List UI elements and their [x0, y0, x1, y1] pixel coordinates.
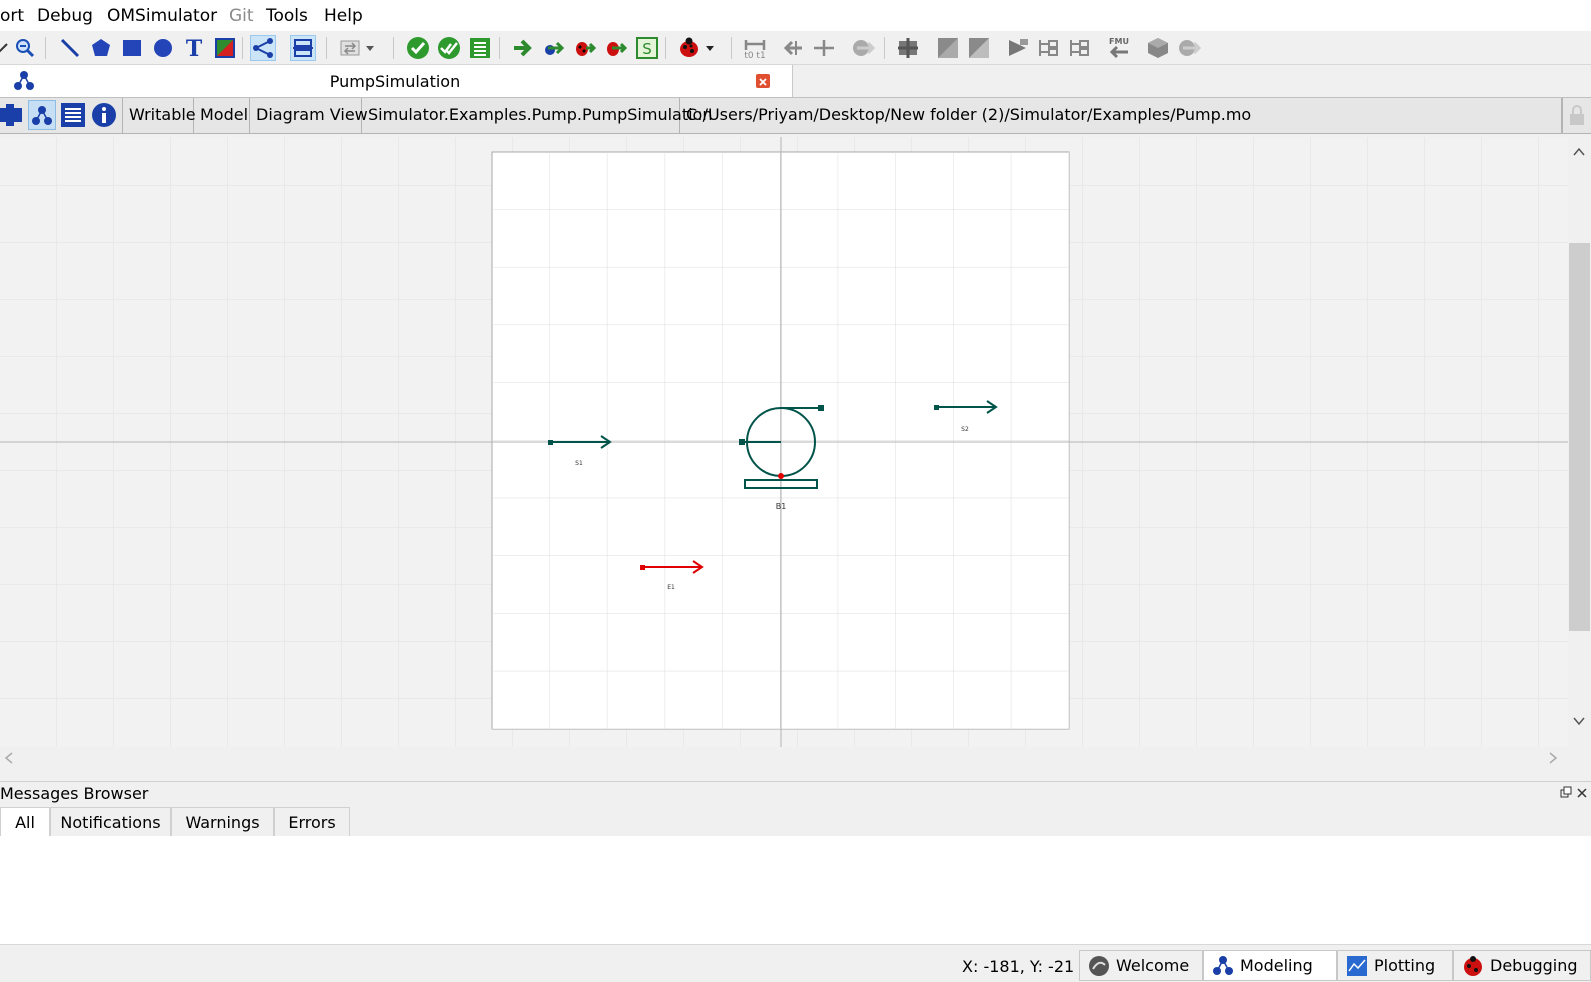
document-tab-bar: PumpSimulation [0, 65, 1591, 98]
tab-warnings[interactable]: Warnings [171, 807, 274, 836]
vertical-scrollbar[interactable] [1568, 137, 1591, 747]
text-icon[interactable]: T [181, 35, 207, 61]
transition-mode-icon[interactable] [290, 35, 316, 61]
class-name-label: Simulator.Examples.Pump.PumpSimulation [362, 98, 712, 133]
zoom-out-icon[interactable] [12, 35, 38, 61]
oms-connectors-icon[interactable] [1036, 35, 1062, 61]
component-label-b1: B1 [776, 502, 787, 511]
debugger-icon[interactable] [676, 35, 702, 61]
polygon-icon[interactable] [88, 35, 114, 61]
messages-list [0, 836, 1591, 944]
perspective-debugging-button[interactable]: Debugging [1453, 950, 1591, 981]
plotting-icon [1347, 955, 1367, 976]
menu-help[interactable]: Help [324, 6, 363, 26]
restriction-label: Model [194, 98, 250, 133]
check-model-icon[interactable] [405, 35, 431, 61]
perspective-plotting-label: Plotting [1374, 956, 1436, 975]
debug-icon[interactable] [572, 35, 598, 61]
check-all-models-icon[interactable] [436, 35, 462, 61]
perspective-welcome-button[interactable]: Welcome [1079, 950, 1203, 981]
bitmap-icon[interactable] [212, 35, 238, 61]
simulate-icon[interactable] [510, 35, 536, 61]
welcome-icon [1089, 955, 1109, 976]
step-icon[interactable] [811, 35, 837, 61]
interactive-icon[interactable] [850, 35, 876, 61]
algorithmic-debug-icon[interactable] [603, 35, 629, 61]
component-label-s1: S1 [575, 460, 583, 467]
messages-browser-header: Messages Browser [0, 781, 1591, 806]
menu-tools[interactable]: Tools [266, 6, 308, 26]
perspective-modeling-label: Modeling [1240, 956, 1313, 975]
menu-export[interactable]: ort [0, 6, 24, 26]
oms-add-icon[interactable] [895, 35, 921, 61]
line-icon[interactable] [57, 35, 83, 61]
tab-all[interactable]: All [0, 807, 50, 836]
svg-text:FMU: FMU [1109, 37, 1129, 46]
writable-status: Writable [122, 98, 196, 133]
time-cursor-icon[interactable]: t0 t1 [742, 35, 768, 61]
horizontal-scrollbar[interactable] [0, 747, 1568, 770]
menu-debug[interactable]: Debug [37, 6, 93, 26]
oms-new-icon[interactable] [935, 35, 961, 61]
tab-notifications[interactable]: Notifications [50, 807, 171, 836]
document-tab[interactable]: PumpSimulation [0, 65, 793, 97]
debugger-dropdown-icon[interactable] [703, 35, 717, 61]
component-label-e1: E1 [667, 584, 675, 591]
component-label-s2: S2 [961, 426, 969, 433]
perspective-plotting-button[interactable]: Plotting [1337, 950, 1453, 981]
diagram-canvas[interactable]: S1 S2 E1 B1 [0, 137, 1568, 747]
svg-text:S: S [642, 40, 652, 58]
vertical-scroll-thumb [1569, 243, 1590, 631]
perspective-modeling-button[interactable]: Modeling [1203, 950, 1337, 981]
oms-instantiate-icon[interactable] [1005, 35, 1031, 61]
diagram-view-icon[interactable] [28, 100, 56, 130]
modeling-icon [1213, 955, 1233, 975]
rectangle-icon[interactable] [119, 35, 145, 61]
tab-errors[interactable]: Errors [274, 807, 350, 836]
lock-icon[interactable] [1562, 98, 1591, 133]
status-bar: X: -181, Y: -21 Welcome Modeling Plottin… [0, 944, 1591, 982]
menu-omsimulator[interactable]: OMSimulator [107, 6, 217, 26]
diagram-svg: S1 S2 E1 B1 [0, 137, 1568, 747]
simulate-setup-icon[interactable] [541, 35, 567, 61]
swap-dropdown-icon[interactable] [363, 35, 377, 61]
oms-open-icon[interactable] [966, 35, 992, 61]
step-back-icon[interactable] [781, 35, 807, 61]
messages-tabs: All Notifications Warnings Errors [0, 807, 1591, 837]
icon-view-icon[interactable] [0, 102, 24, 128]
svg-text:T: T [186, 37, 203, 59]
cursor-coordinates: X: -181, Y: -21 [962, 957, 1075, 976]
close-panel-icon[interactable] [1576, 785, 1588, 804]
connect-mode-icon[interactable] [250, 35, 276, 61]
oms-simulate-icon[interactable] [1176, 35, 1202, 61]
document-tab-title: PumpSimulation [329, 72, 461, 91]
toolbar: T S t0 t1 FMU [0, 31, 1591, 65]
oms-submodel-icon[interactable] [1145, 35, 1171, 61]
perspective-welcome-label: Welcome [1116, 956, 1190, 975]
float-panel-icon[interactable] [1560, 785, 1572, 804]
menu-bar: ort Debug OMSimulator Git Tools Help [0, 0, 1591, 31]
swap-icon[interactable] [337, 35, 363, 61]
debugging-icon [1464, 955, 1482, 976]
menu-git[interactable]: Git [229, 6, 254, 26]
ellipse-icon[interactable] [150, 35, 176, 61]
instantiate-model-icon[interactable] [467, 35, 493, 61]
fmu-import-icon[interactable]: FMU [1106, 35, 1132, 61]
perspective-debugging-label: Debugging [1490, 956, 1578, 975]
view-type-label: Diagram View [250, 98, 368, 133]
oms-bus-icon[interactable] [1067, 35, 1093, 61]
documentation-view-icon[interactable] [91, 102, 117, 128]
export-fmu-icon[interactable]: S [634, 35, 660, 61]
model-info-bar: Writable Model Diagram View Simulator.Ex… [0, 98, 1591, 134]
text-view-icon[interactable] [60, 102, 86, 128]
close-icon[interactable] [756, 74, 770, 88]
messages-browser-title: Messages Browser [0, 784, 149, 803]
file-path-label: C:/Users/Priyam/Desktop/New folder (2)/S… [680, 98, 1562, 133]
svg-text:t0 t1: t0 t1 [744, 51, 765, 60]
